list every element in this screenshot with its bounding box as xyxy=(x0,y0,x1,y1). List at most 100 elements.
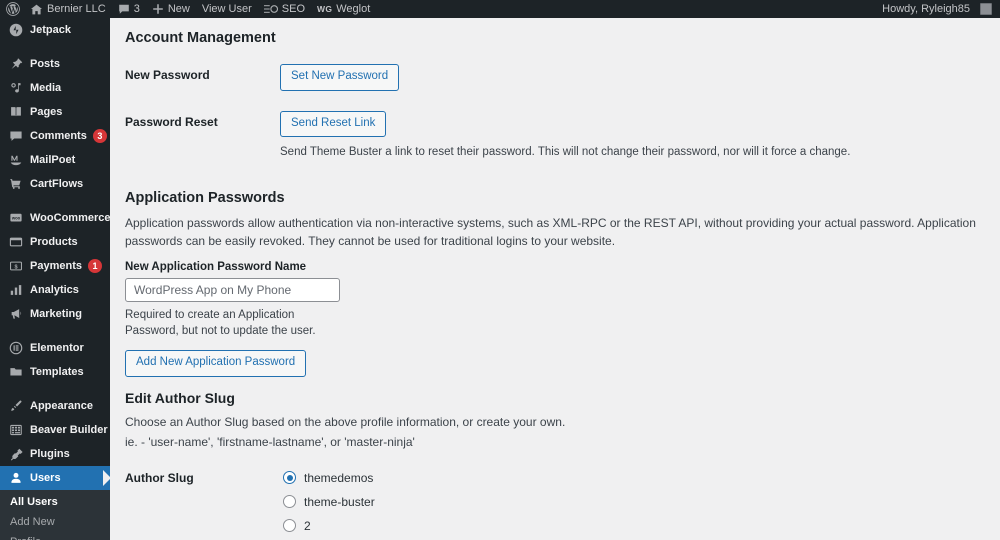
sidebar-item-label: Marketing xyxy=(30,308,82,320)
folder-icon xyxy=(8,364,24,380)
pages-icon xyxy=(8,104,24,120)
author-slug-option-row[interactable]: theme-buster xyxy=(283,490,972,514)
wordpress-logo-menu[interactable] xyxy=(0,0,24,18)
author-slug-radio-group[interactable]: themedemostheme-buster273127d8dee5c778a3… xyxy=(283,466,972,540)
application-passwords-heading: Application Passwords xyxy=(125,189,285,206)
comment-bubble-icon xyxy=(8,128,24,144)
sidebar-item-plugins[interactable]: Plugins xyxy=(0,442,110,466)
sidebar-item-analytics[interactable]: Analytics xyxy=(0,278,110,302)
new-content-menu[interactable]: New xyxy=(146,0,196,18)
password-reset-row: Password Reset Send Reset Link Send Them… xyxy=(125,101,982,172)
sidebar-item-comments[interactable]: Comments 3 xyxy=(0,124,110,148)
author-slug-radio-2[interactable] xyxy=(283,519,296,533)
plus-icon xyxy=(152,3,164,15)
elementor-icon xyxy=(8,340,24,356)
author-slug-radio-1[interactable] xyxy=(283,495,296,509)
site-name-menu[interactable]: Bernier LLC xyxy=(24,0,112,18)
edit-author-slug-heading: Edit Author Slug xyxy=(125,389,235,406)
author-slug-label: Author Slug xyxy=(125,470,194,485)
sidebar-item-woocommerce[interactable]: woo WooCommerce xyxy=(0,206,110,230)
account-management-heading: Account Management xyxy=(125,30,276,46)
add-application-password-row: Add New Application Password xyxy=(125,350,982,377)
set-new-password-button[interactable]: Set New Password xyxy=(280,64,400,91)
pin-icon xyxy=(8,56,24,72)
new-password-label: New Password xyxy=(125,68,210,83)
author-slug-table: Author Slug themedemostheme-buster273127… xyxy=(125,462,982,540)
products-icon xyxy=(8,234,24,250)
seo-label: SEO xyxy=(281,2,306,15)
author-slug-option-row[interactable]: themedemos xyxy=(283,466,972,490)
weglot-menu[interactable]: WG Weglot xyxy=(311,0,376,18)
beaver-builder-icon xyxy=(8,422,24,438)
edit-author-slug-description-line2: ie. - 'user-name', 'firstname-lastname',… xyxy=(125,435,415,450)
svg-text:woo: woo xyxy=(11,215,21,220)
add-new-application-password-button[interactable]: Add New Application Password xyxy=(125,350,307,377)
sidebar-item-mailpoet[interactable]: MailPoet xyxy=(0,148,110,172)
comments-count: 3 xyxy=(133,2,140,15)
new-application-password-field-group: New Application Password Name Required t… xyxy=(125,261,982,339)
send-reset-link-button[interactable]: Send Reset Link xyxy=(280,110,387,138)
sidebar-item-posts[interactable]: Posts xyxy=(0,52,110,76)
sidebar-item-label: Products xyxy=(30,236,78,248)
new-application-password-name-label: New Application Password Name xyxy=(125,261,307,274)
sidebar-item-beaver-builder[interactable]: Beaver Builder xyxy=(0,418,110,442)
password-reset-help: Send Theme Buster a link to reset their … xyxy=(280,146,851,159)
media-icon xyxy=(8,80,24,96)
sidebar-item-label: Users xyxy=(30,472,61,484)
sidebar-item-cartflows[interactable]: CartFlows xyxy=(0,172,110,196)
sidebar-item-label: MailPoet xyxy=(30,154,76,166)
sidebar-item-templates[interactable]: Templates xyxy=(0,360,110,384)
home-icon xyxy=(30,3,43,16)
author-slug-option-label: themedemos xyxy=(304,470,374,485)
sidebar-item-products[interactable]: Products xyxy=(0,230,110,254)
view-user-link[interactable]: View User xyxy=(196,0,258,18)
main-content-area: Account Management New Password Set New … xyxy=(110,18,1000,540)
admin-sidebar-menu[interactable]: Jetpack Posts Media Pages Comments 3 MailPoet C… xyxy=(0,18,110,540)
sidebar-item-list: Jetpack Posts Media Pages Comments 3 MailPoet C… xyxy=(0,18,110,490)
new-application-password-name-hint: Required to create an Application Passwo… xyxy=(125,309,316,338)
users-submenu[interactable]: All UsersAdd NewProfile xyxy=(0,490,110,540)
sidebar-item-badge: 3 xyxy=(92,129,107,143)
sidebar-item-marketing[interactable]: Marketing xyxy=(0,302,110,326)
sidebar-item-label: Comments xyxy=(30,130,87,142)
sidebar-item-payments[interactable]: $ Payments 1 xyxy=(0,254,110,278)
sidebar-item-pages[interactable]: Pages xyxy=(0,100,110,124)
sidebar-item-elementor[interactable]: Elementor xyxy=(0,336,110,360)
application-passwords-description: Application passwords allow authenticati… xyxy=(125,215,976,249)
sidebar-item-label: Payments xyxy=(30,260,82,272)
sidebar-item-label: Elementor xyxy=(30,342,84,354)
sidebar-item-label: Analytics xyxy=(30,284,79,296)
sidebar-separator xyxy=(0,42,110,52)
author-slug-option-label: 2 xyxy=(304,518,311,533)
seo-menu[interactable]: SEO xyxy=(258,0,311,18)
my-account-menu[interactable]: Howdy, Ryleigh85 xyxy=(876,0,1000,18)
password-reset-cell: Send Reset Link Send Theme Buster a link… xyxy=(280,101,982,172)
sidebar-item-jetpack[interactable]: Jetpack xyxy=(0,18,110,42)
new-password-row: New Password Set New Password xyxy=(125,54,982,101)
sidebar-item-media[interactable]: Media xyxy=(0,76,110,100)
sidebar-item-label: Pages xyxy=(30,106,63,118)
sidebar-item-label: Appearance xyxy=(30,400,93,412)
admin-bar: Bernier LLC 3 New View User SEO WG Weglo… xyxy=(0,0,1000,18)
sidebar-item-label: Templates xyxy=(30,366,84,378)
new-application-password-name-input[interactable] xyxy=(125,278,340,303)
author-slug-option-row[interactable]: 2 xyxy=(283,514,972,538)
sidebar-item-appearance[interactable]: Appearance xyxy=(0,394,110,418)
woocommerce-icon: woo xyxy=(8,210,24,226)
submenu-item-all-users[interactable]: All Users xyxy=(0,492,110,512)
submenu-item-add-new[interactable]: Add New xyxy=(0,512,110,532)
author-slug-row: Author Slug themedemostheme-buster273127… xyxy=(125,462,982,540)
analytics-bars-icon xyxy=(8,282,24,298)
new-label: New xyxy=(167,2,190,15)
sidebar-item-label: Media xyxy=(30,82,62,94)
plug-icon xyxy=(8,446,24,462)
new-password-cell: Set New Password xyxy=(280,54,982,101)
site-name-label: Bernier LLC xyxy=(47,2,106,15)
jetpack-icon xyxy=(8,22,24,38)
sidebar-item-label: Plugins xyxy=(30,448,70,460)
author-slug-radio-0[interactable] xyxy=(283,471,296,485)
sidebar-item-users[interactable]: Users xyxy=(0,466,110,490)
submenu-item-profile[interactable]: Profile xyxy=(0,532,110,540)
comments-menu[interactable]: 3 xyxy=(112,0,146,18)
sidebar-item-label: CartFlows xyxy=(30,178,84,190)
